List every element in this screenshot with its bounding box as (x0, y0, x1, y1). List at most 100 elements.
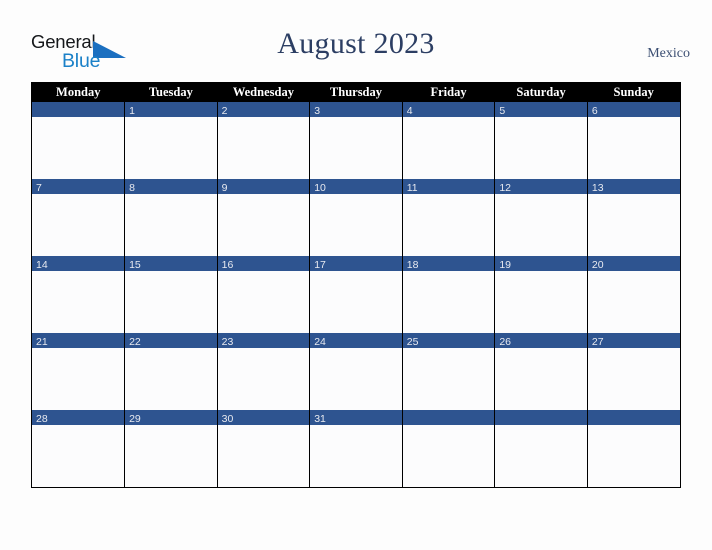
calendar-day-cell[interactable]: 4 (401, 102, 496, 179)
calendar-day-cell[interactable]: 27 (586, 333, 680, 410)
day-note-area[interactable] (495, 425, 587, 487)
calendar-day-cell[interactable]: 15 (124, 256, 218, 333)
day-note-area[interactable] (310, 348, 402, 410)
day-number-bar: 19 (495, 256, 587, 271)
day-number-bar: 13 (587, 179, 680, 194)
day-note-area[interactable] (310, 271, 402, 333)
day-number-bar: 29 (125, 410, 217, 425)
day-cell-inner: 15 (125, 256, 217, 333)
day-note-area[interactable] (32, 117, 125, 179)
day-number-bar: 17 (310, 256, 402, 271)
calendar-day-cell[interactable]: 26 (494, 333, 588, 410)
calendar-day-cell[interactable]: 14 (32, 256, 126, 333)
day-cell-inner: 24 (310, 333, 402, 410)
calendar-week-row: 14 15 16 17 18 19 20 (32, 256, 680, 333)
calendar-day-cell[interactable]: 5 (494, 102, 588, 179)
day-note-area[interactable] (217, 194, 310, 256)
day-note-area[interactable] (125, 271, 217, 333)
day-cell-inner: 30 (217, 410, 310, 487)
calendar-day-cell[interactable]: 8 (124, 179, 218, 256)
calendar-day-cell[interactable]: 18 (401, 256, 496, 333)
calendar-day-cell[interactable]: 24 (309, 333, 403, 410)
calendar-day-cell[interactable]: 25 (401, 333, 496, 410)
day-note-area[interactable] (217, 117, 310, 179)
calendar-day-cell[interactable]: 9 (216, 179, 311, 256)
calendar-table: Monday Tuesday Wednesday Thursday Friday Satu… (32, 83, 680, 487)
calendar-day-cell[interactable]: 11 (401, 179, 496, 256)
day-number-bar: 25 (402, 333, 495, 348)
calendar-day-cell[interactable]: 21 (32, 333, 126, 410)
calendar-day-cell[interactable]: 1 (124, 102, 218, 179)
day-cell-inner: 21 (32, 333, 125, 410)
calendar-day-cell[interactable]: 17 (309, 256, 403, 333)
day-note-area[interactable] (125, 348, 217, 410)
calendar-day-cell[interactable]: 12 (494, 179, 588, 256)
day-note-area[interactable] (217, 348, 310, 410)
calendar-week-row: 28 29 30 31 (32, 410, 680, 487)
day-number: 16 (221, 259, 234, 271)
day-cell-inner: 10 (310, 179, 402, 256)
day-number-bar (402, 410, 495, 425)
day-number-bar: 4 (402, 102, 495, 117)
day-number: 14 (36, 259, 48, 271)
day-number: 18 (406, 259, 419, 271)
day-note-area[interactable] (125, 425, 217, 487)
day-number-bar: 14 (32, 256, 125, 271)
calendar-day-cell[interactable]: 22 (124, 333, 218, 410)
calendar-day-cell[interactable]: 20 (586, 256, 680, 333)
calendar-day-cell[interactable]: 10 (309, 179, 403, 256)
day-cell-inner: 29 (125, 410, 217, 487)
day-note-area[interactable] (402, 271, 495, 333)
day-note-area[interactable] (402, 117, 495, 179)
day-note-area[interactable] (32, 348, 125, 410)
day-note-area[interactable] (495, 348, 587, 410)
calendar-day-cell[interactable]: 29 (124, 410, 218, 487)
day-note-area[interactable] (125, 117, 217, 179)
day-note-area[interactable] (587, 348, 680, 410)
day-note-area[interactable] (495, 194, 587, 256)
day-cell-inner: 2 (217, 102, 310, 179)
day-cell-inner: 3 (310, 102, 402, 179)
day-cell-inner: 25 (402, 333, 495, 410)
day-note-area[interactable] (310, 194, 402, 256)
day-cell-inner: 23 (217, 333, 310, 410)
day-number-bar: 3 (310, 102, 402, 117)
calendar-day-cell[interactable]: 31 (309, 410, 403, 487)
day-note-area[interactable] (32, 271, 125, 333)
day-note-area[interactable] (587, 194, 680, 256)
day-note-area[interactable] (310, 117, 402, 179)
calendar-day-cell[interactable]: 6 (586, 102, 680, 179)
day-number: 4 (406, 105, 413, 117)
day-note-area[interactable] (32, 425, 125, 487)
calendar-empty-cell (586, 410, 680, 487)
calendar-day-cell[interactable]: 28 (32, 410, 126, 487)
day-note-area[interactable] (587, 117, 680, 179)
calendar-day-cell[interactable]: 30 (216, 410, 311, 487)
day-note-area[interactable] (402, 425, 495, 487)
day-note-area[interactable] (217, 271, 310, 333)
calendar-day-cell[interactable]: 16 (216, 256, 311, 333)
day-note-area[interactable] (32, 194, 125, 256)
day-number-bar: 28 (32, 410, 125, 425)
day-note-area[interactable] (587, 425, 680, 487)
weekday-header-wednesday: Wednesday (217, 83, 310, 102)
calendar-day-cell[interactable]: 19 (494, 256, 588, 333)
calendar-day-cell[interactable]: 7 (32, 179, 126, 256)
day-number-bar: 23 (217, 333, 310, 348)
day-note-area[interactable] (402, 194, 495, 256)
day-note-area[interactable] (495, 117, 587, 179)
day-number: 30 (221, 413, 234, 425)
day-number: 11 (406, 182, 418, 194)
calendar-day-cell[interactable]: 2 (216, 102, 311, 179)
calendar-day-cell[interactable]: 13 (586, 179, 680, 256)
day-cell-inner (587, 410, 680, 487)
day-number-bar: 8 (125, 179, 217, 194)
calendar-day-cell[interactable]: 3 (309, 102, 403, 179)
day-note-area[interactable] (125, 194, 217, 256)
day-note-area[interactable] (310, 425, 402, 487)
calendar-day-cell[interactable]: 23 (216, 333, 311, 410)
day-note-area[interactable] (495, 271, 587, 333)
day-note-area[interactable] (217, 425, 310, 487)
day-note-area[interactable] (587, 271, 680, 333)
day-note-area[interactable] (402, 348, 495, 410)
